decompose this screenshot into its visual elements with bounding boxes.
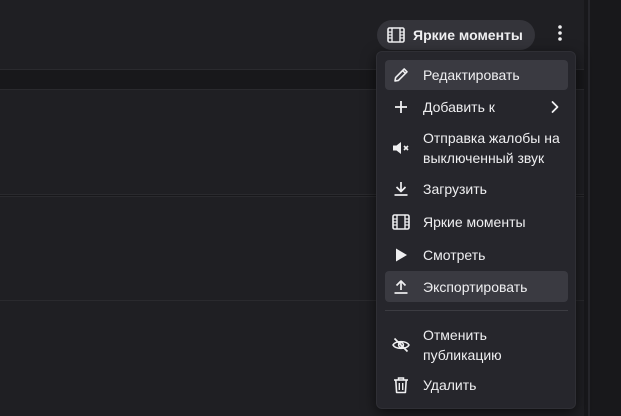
menu-item-label: Добавить к	[423, 99, 495, 115]
page: Яркие моменты Редактировать Добавить к О…	[0, 0, 621, 416]
menu-item-watch[interactable]: Смотреть	[385, 240, 568, 270]
menu-item-edit[interactable]: Редактировать	[385, 60, 568, 90]
menu-item-label: Редактировать	[423, 67, 520, 83]
menu-item-label: Смотреть	[423, 247, 486, 263]
menu-item-label: Яркие моменты	[423, 214, 526, 230]
film-icon	[387, 27, 405, 43]
menu-item-label: Отменить публикацию	[423, 327, 502, 363]
pencil-icon	[391, 65, 411, 85]
muted-speaker-icon	[391, 138, 411, 158]
menu-item-report-muted-audio[interactable]: Отправка жалобы на выключенный звук	[385, 126, 568, 170]
menu-item-highlights[interactable]: Яркие моменты	[385, 207, 568, 237]
menu-item-label: Отправка жалобы на выключенный звук	[423, 130, 560, 166]
chevron-right-icon	[550, 100, 560, 114]
menu-item-unpublish[interactable]: Отменить публикацию	[385, 323, 568, 367]
scrollbar-track[interactable]	[584, 0, 621, 416]
eye-off-icon	[391, 335, 411, 355]
menu-item-export[interactable]: Экспортировать	[385, 271, 568, 302]
menu-item-download[interactable]: Загрузить	[385, 174, 568, 204]
menu-divider	[385, 310, 568, 311]
menu-item-label: Удалить	[423, 377, 477, 393]
kebab-icon	[557, 24, 563, 47]
play-icon	[391, 245, 411, 265]
menu-item-delete[interactable]: Удалить	[385, 370, 568, 400]
film-icon	[391, 212, 411, 232]
scrollbar-line	[588, 0, 590, 416]
highlights-button[interactable]: Яркие моменты	[377, 20, 535, 50]
menu-item-label: Загрузить	[423, 181, 487, 197]
download-icon	[391, 179, 411, 199]
more-options-button[interactable]	[548, 21, 572, 49]
menu-item-add-to[interactable]: Добавить к	[385, 92, 568, 122]
trash-icon	[391, 375, 411, 395]
video-actions-menu: Редактировать Добавить к Отправка жалобы…	[376, 51, 576, 409]
highlights-button-label: Яркие моменты	[413, 27, 523, 43]
menu-item-label: Экспортировать	[423, 278, 528, 295]
plus-icon	[391, 97, 411, 117]
upload-icon	[391, 277, 411, 297]
